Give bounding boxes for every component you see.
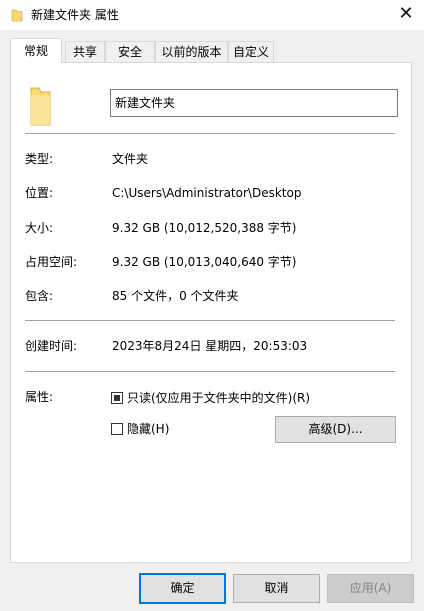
hidden-label[interactable]: 隐藏(H) bbox=[127, 421, 169, 437]
type-label: 类型: bbox=[25, 152, 54, 166]
apply-button[interactable]: 应用(A) bbox=[327, 574, 414, 603]
created-label: 创建时间: bbox=[25, 339, 78, 353]
window-title: 新建文件夹 属性 bbox=[31, 8, 119, 22]
divider bbox=[25, 133, 395, 134]
cancel-button[interactable]: 取消 bbox=[233, 574, 320, 603]
tab-sharing[interactable]: 共享 bbox=[65, 41, 105, 62]
contains-label: 包含: bbox=[25, 289, 54, 303]
size-on-disk-label: 占用空间: bbox=[25, 255, 78, 269]
hidden-checkbox[interactable] bbox=[111, 423, 123, 435]
indeterminate-mark bbox=[114, 395, 120, 401]
folder-icon bbox=[30, 87, 51, 126]
contains-value: 85 个文件，0 个文件夹 bbox=[112, 289, 239, 303]
type-value: 文件夹 bbox=[112, 152, 149, 166]
ok-button[interactable]: 确定 bbox=[139, 573, 226, 604]
size-label: 大小: bbox=[25, 221, 54, 235]
general-panel bbox=[10, 62, 412, 563]
location-label: 位置: bbox=[25, 186, 54, 200]
size-on-disk-value: 9.32 GB (10,013,040,640 字节) bbox=[112, 255, 297, 269]
attributes-label: 属性: bbox=[25, 390, 54, 404]
readonly-label[interactable]: 只读(仅应用于文件夹中的文件)(R) bbox=[127, 390, 310, 406]
folder-name-input[interactable]: 新建文件夹 bbox=[110, 89, 398, 117]
size-value: 9.32 GB (10,012,520,388 字节) bbox=[112, 221, 297, 235]
close-button[interactable]: ✕ bbox=[396, 3, 416, 25]
title-bar: 新建文件夹 属性 ✕ bbox=[0, 0, 424, 30]
tab-security[interactable]: 安全 bbox=[105, 41, 155, 62]
tab-general[interactable]: 常规 bbox=[10, 38, 62, 63]
location-value: C:\Users\Administrator\Desktop bbox=[112, 186, 302, 200]
tab-previous-versions[interactable]: 以前的版本 bbox=[155, 41, 228, 62]
created-value: 2023年8月24日 星期四，20:53:03 bbox=[112, 339, 308, 353]
tab-customize[interactable]: 自定义 bbox=[228, 41, 274, 62]
divider bbox=[25, 371, 395, 372]
divider bbox=[25, 320, 395, 321]
folder-icon bbox=[11, 9, 23, 22]
advanced-button[interactable]: 高级(D)... bbox=[275, 416, 396, 443]
readonly-checkbox[interactable] bbox=[111, 392, 123, 404]
